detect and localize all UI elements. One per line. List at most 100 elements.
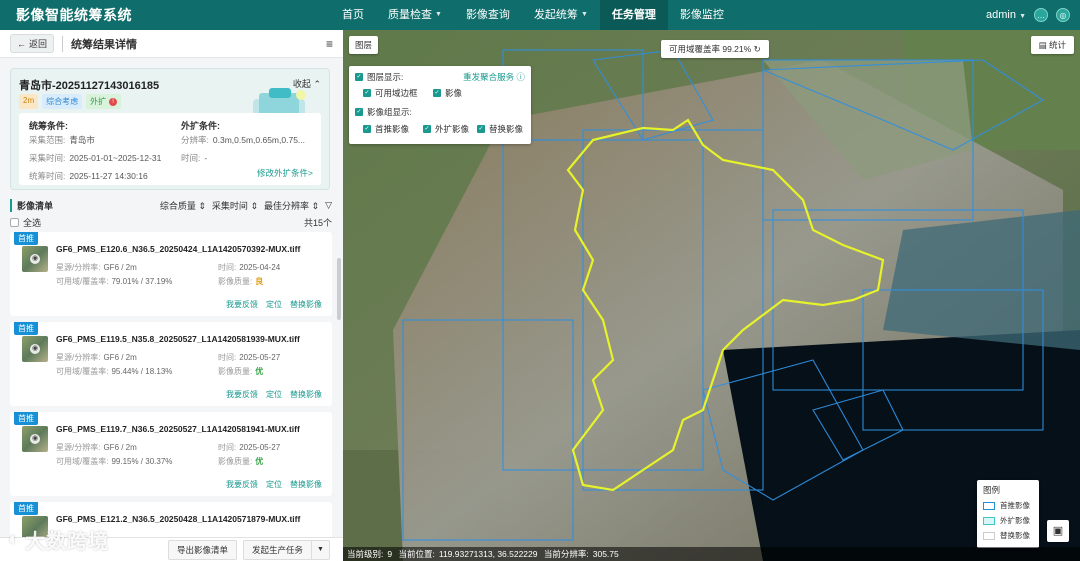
image-source: 星源/分辨率: GF6 / 2m [56, 262, 137, 273]
sort-time[interactable]: 采集时间 ⇕ [212, 199, 258, 212]
image-card[interactable]: 首推 ◉ GF6_PMS_E119.5_N35.8_20250527_L1A14… [10, 322, 332, 406]
plan-time: 统筹时间: 2025-11-27 14:30:16 [29, 170, 148, 182]
group-replaced-toggle[interactable]: ✓ 替换影像 [477, 123, 523, 135]
checkbox[interactable]: ✓ [363, 89, 371, 97]
user-name: admin [986, 9, 1016, 21]
replace-image-link[interactable]: 替换影像 [290, 299, 322, 310]
locate-link[interactable]: 定位 [266, 299, 282, 310]
locate-link[interactable]: 定位 [266, 479, 282, 490]
layer-button[interactable]: 图层 [349, 36, 379, 54]
legend-swatch-recommended [983, 501, 995, 510]
replace-image-link[interactable]: 替换影像 [290, 479, 322, 490]
list-scrollbar[interactable] [337, 258, 341, 320]
image-thumbnail[interactable]: ◉ [22, 336, 48, 362]
tag-strategy: 综合考虑 [42, 94, 83, 109]
eye-icon[interactable]: ◉ [30, 254, 40, 264]
settings-icon[interactable]: ◎ [1056, 8, 1070, 22]
checkbox[interactable]: ✓ [423, 125, 431, 133]
user-menu[interactable]: admin ▼ [986, 9, 1026, 21]
group-extended-toggle[interactable]: ✓ 外扩影像 [423, 123, 469, 135]
checkbox[interactable]: ✓ [477, 125, 485, 133]
group-display-title: ✓ 影像组显示: [355, 106, 412, 118]
sort-quality[interactable]: 综合质量 ⇕ [160, 199, 206, 212]
checkbox[interactable]: ✓ [363, 125, 371, 133]
layer-border-toggle[interactable]: ✓ 可用域边框 [363, 87, 418, 99]
nav-image-monitor[interactable]: 影像监控 [668, 0, 736, 30]
statistics-label: 统计 [1048, 40, 1066, 50]
image-name: GF6_PMS_E121.2_N36.5_20250428_L1A1420571… [56, 514, 301, 524]
image-quality: 影像质量: 良 [218, 276, 263, 287]
image-thumbnail[interactable]: ◉ [22, 246, 48, 272]
eye-icon[interactable]: ◉ [30, 434, 40, 444]
nav-image-monitor-label: 影像监控 [679, 9, 724, 21]
extend-conditions-title: 外扩条件: [181, 121, 220, 131]
main-nav: 首页 质量检查 ▼ 影像查询 发起统筹 ▼ 任务管理 影像监控 [330, 0, 736, 30]
feedback-link[interactable]: 我要反馈 [226, 389, 258, 400]
coverage-key: 可用域/覆盖率: [56, 277, 109, 286]
select-all-checkbox[interactable] [10, 218, 19, 227]
coverage-value: 79.01% / 37.19% [111, 277, 173, 286]
feedback-link[interactable]: 我要反馈 [226, 299, 258, 310]
republish-service-link[interactable]: 重发聚合服务 ⓘ [463, 71, 525, 83]
recommend-badge: 首推 [14, 322, 38, 335]
menu-icon[interactable]: ≡ [326, 37, 333, 51]
filter-icon[interactable]: ▽ [325, 200, 332, 211]
image-time: 时间: 2025-05-27 [218, 352, 280, 363]
image-card[interactable]: 首推 ◉ GF6_PMS_E119.7_N36.5_20250527_L1A14… [10, 412, 332, 496]
feedback-link[interactable]: 我要反馈 [226, 479, 258, 490]
nav-home[interactable]: 首页 [330, 0, 376, 30]
refresh-icon[interactable]: ↻ [754, 44, 761, 54]
message-icon[interactable]: … [1034, 8, 1048, 22]
image-coverage: 可用域/覆盖率: 79.01% / 37.19% [56, 276, 172, 287]
export-list-button[interactable]: 导出影像清单 [168, 539, 238, 560]
back-label: 返回 [29, 39, 48, 49]
nav-home-label: 首页 [342, 9, 364, 21]
layer-display-checkbox[interactable]: ✓ [355, 73, 363, 81]
map-view[interactable]: 图层 可用域覆盖率 99.21% ↻ ▤ 统计 ✓ 图层显示: 重发聚合服务 ⓘ … [343, 30, 1080, 561]
back-button[interactable]: ← 返回 [10, 34, 55, 53]
image-card[interactable]: 首推 ◉ GF6_PMS_E120.6_N36.5_20250424_L1A14… [10, 232, 332, 316]
legend-label: 外扩影像 [1000, 516, 1030, 525]
nav-quality-check-label: 质量检查 [388, 9, 432, 21]
modify-extend-link[interactable]: 修改外扩条件> [257, 167, 313, 179]
nav-image-query[interactable]: 影像查询 [454, 0, 522, 30]
nav-quality-check[interactable]: 质量检查 ▼ [376, 0, 454, 30]
sort-resolution[interactable]: 最佳分辨率 ⇕ [264, 199, 319, 212]
start-production-button[interactable]: 发起生产任务 ▼ [243, 539, 330, 560]
legend-item: 外扩影像 [983, 515, 1033, 526]
nav-task-management-label: 任务管理 [611, 9, 656, 21]
eye-icon[interactable]: ◉ [30, 344, 40, 354]
extend-resolution-key: 分辨率: [181, 135, 209, 145]
statistics-button[interactable]: ▤ 统计 [1030, 36, 1074, 54]
nav-task-management[interactable]: 任务管理 [599, 0, 668, 30]
layer-image-label: 影像 [445, 88, 463, 98]
time-key: 时间: [218, 443, 237, 452]
source-key: 星源/分辨率: [56, 263, 101, 272]
extend-time: 时间: - [181, 152, 207, 164]
replace-image-link[interactable]: 替换影像 [290, 389, 322, 400]
nav-start-plan[interactable]: 发起统筹 ▼ [522, 0, 600, 30]
top-navbar: 影像智能统筹系统 首页 质量检查 ▼ 影像查询 发起统筹 ▼ 任务管理 影像监控 a… [0, 0, 1080, 30]
locate-link[interactable]: 定位 [266, 389, 282, 400]
select-row: 全选 共15个 [10, 216, 332, 229]
task-tags: 2m 综合考虑 外扩! [19, 94, 122, 109]
checkbox[interactable]: ✓ [433, 89, 441, 97]
toolbox-icon[interactable]: ▣ [1047, 520, 1069, 542]
chevron-down-icon[interactable]: ▼ [312, 543, 329, 556]
plan-conditions-title: 统筹条件: [29, 121, 68, 131]
source-value: GF6 / 2m [103, 443, 137, 452]
group-recommended-toggle[interactable]: ✓ 首推影像 [363, 123, 409, 135]
legend-swatch-extended [983, 516, 995, 525]
time-key: 时间: [218, 263, 237, 272]
group-display-checkbox[interactable]: ✓ [355, 108, 363, 116]
extend-resolution-value: 0.3m,0.5m,0.65m,0.75... [212, 135, 306, 145]
image-thumbnail[interactable]: ◉ [22, 426, 48, 452]
quality-key: 影像质量: [218, 457, 253, 466]
image-time: 时间: 2025-05-27 [218, 442, 280, 453]
layer-image-toggle[interactable]: ✓ 影像 [433, 87, 462, 99]
plan-period: 采集时间: 2025-01-01~2025-12-31 [29, 152, 161, 164]
plan-period-value: 2025-01-01~2025-12-31 [69, 153, 162, 163]
task-name: 青岛市-20251127143016185 [19, 80, 160, 92]
page-title: 统筹结果详情 [62, 35, 137, 52]
nav-start-plan-label: 发起统筹 [533, 9, 578, 21]
